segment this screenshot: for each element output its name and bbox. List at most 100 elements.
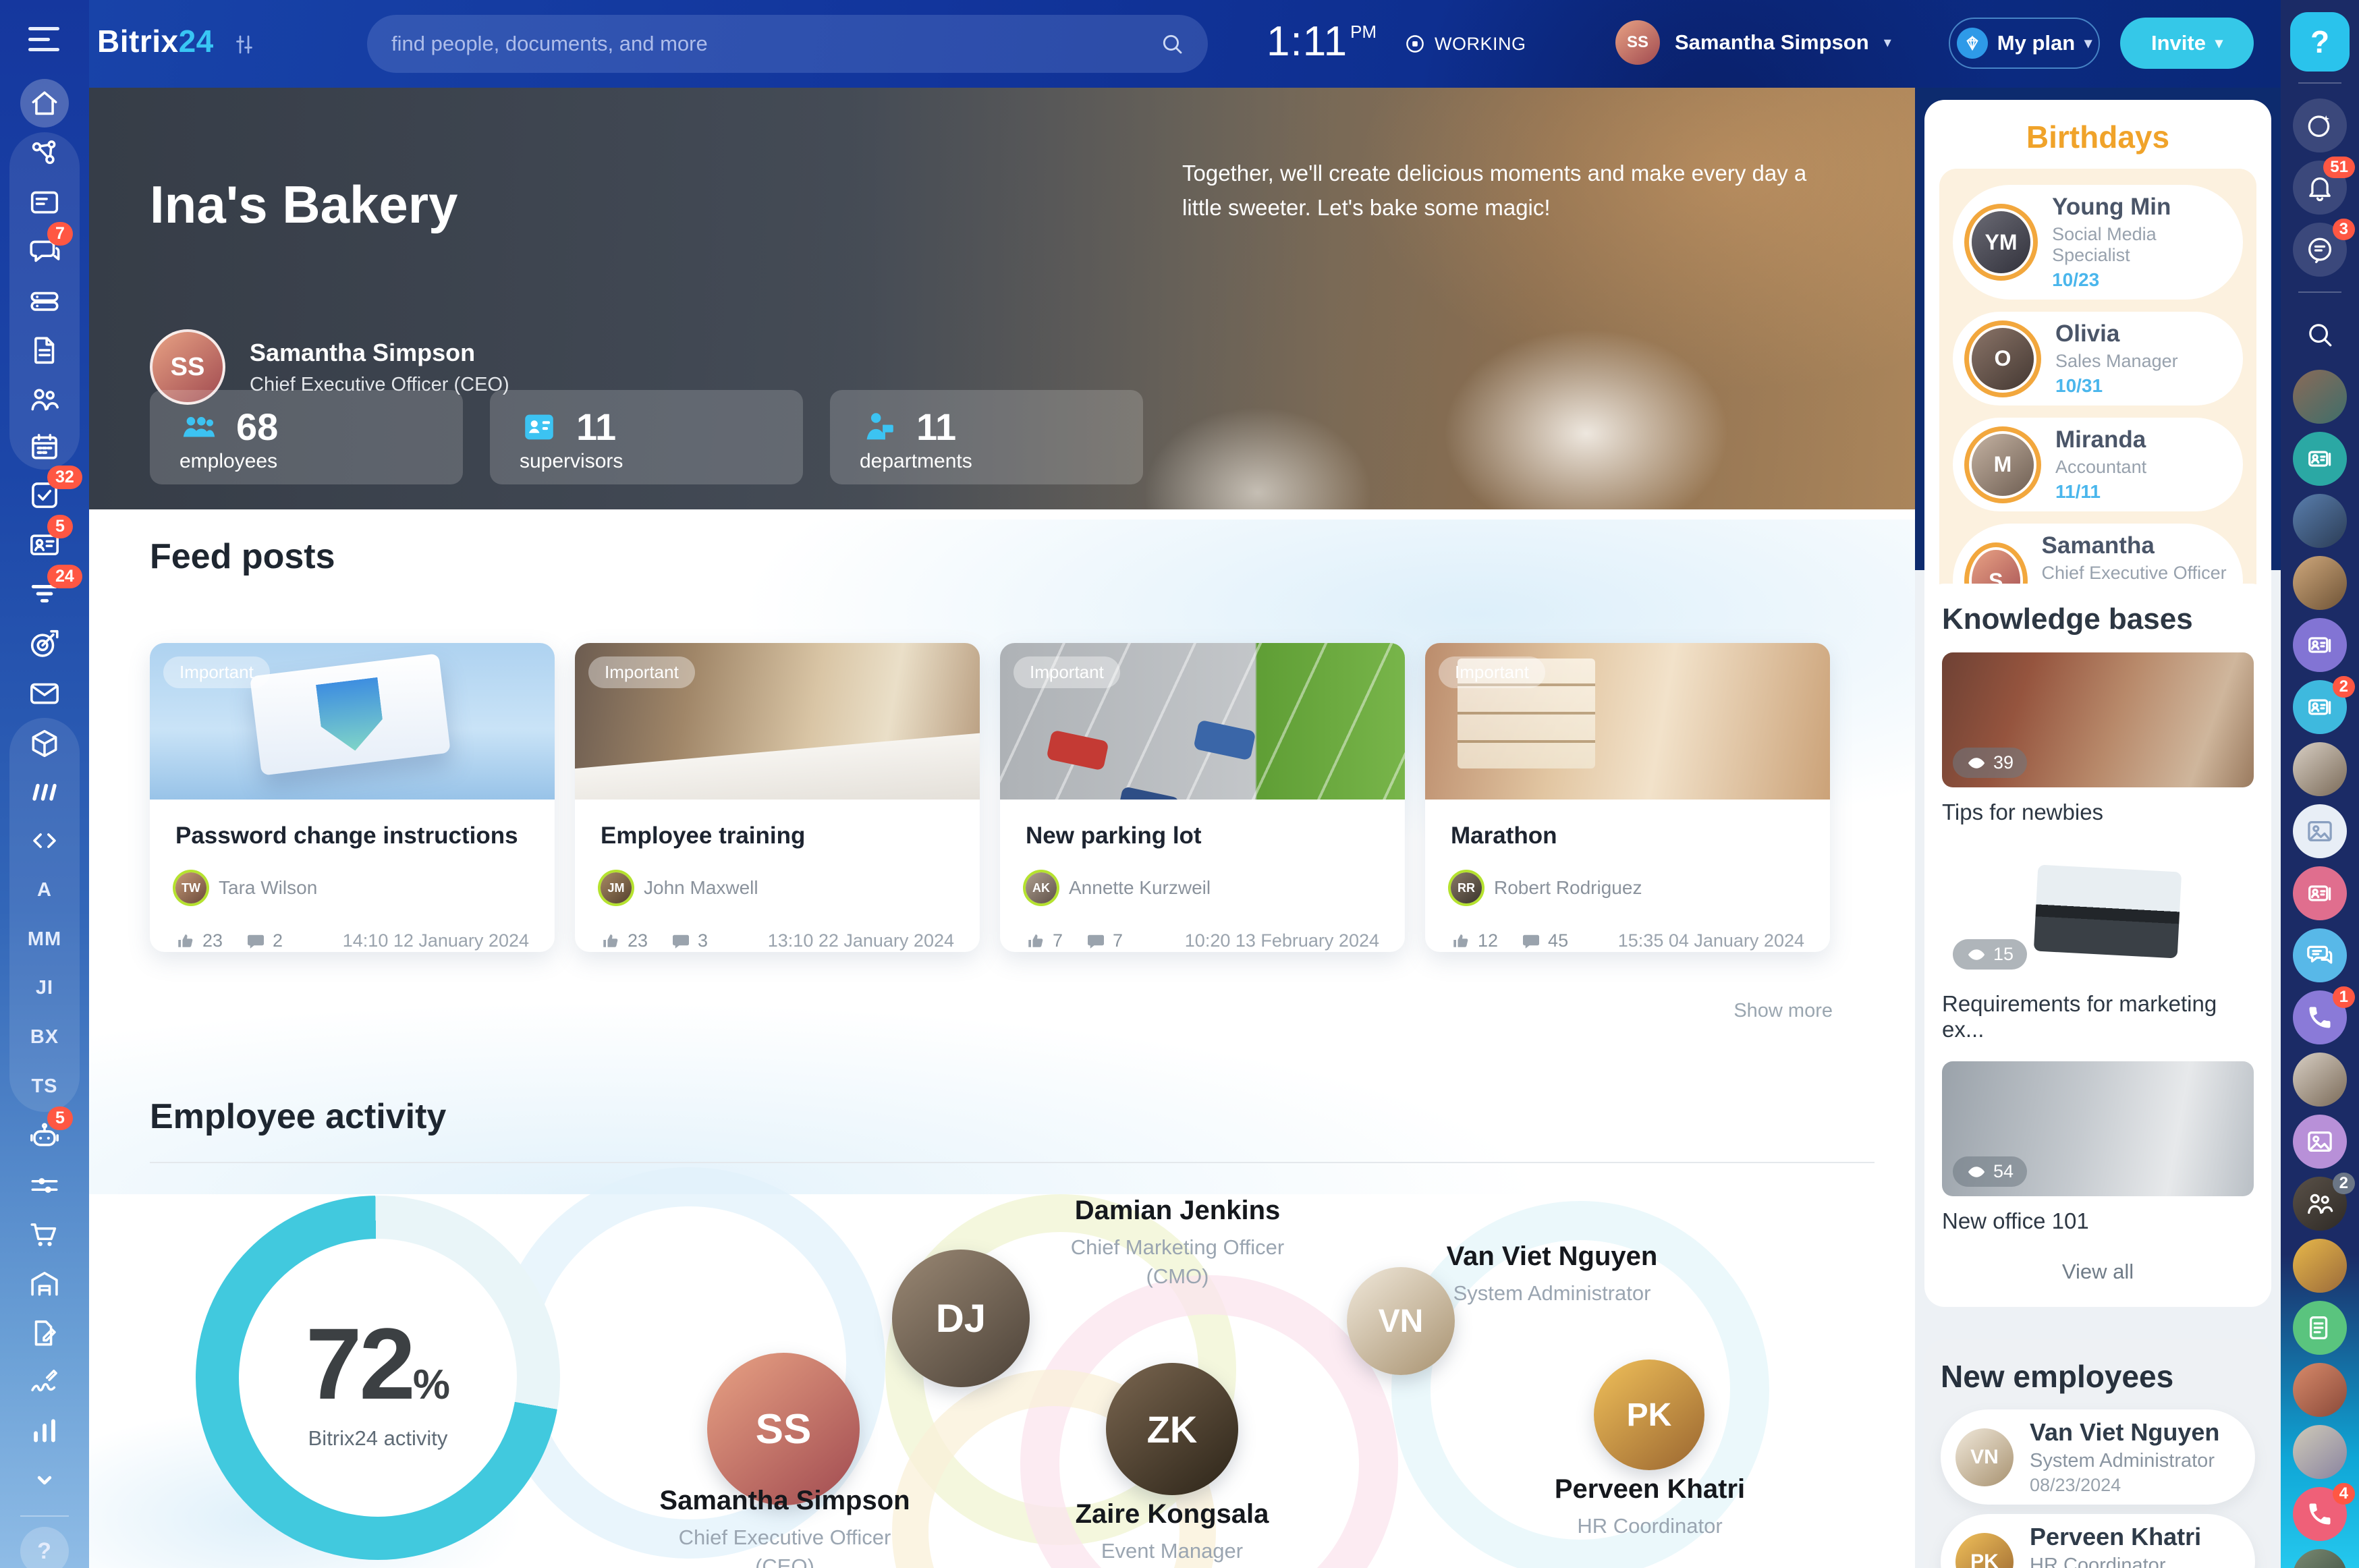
sidebar-item-tasks[interactable]: 32 — [20, 471, 69, 520]
contact-card-chat[interactable] — [2293, 866, 2347, 920]
stat-supervisors[interactable]: 11 supervisors — [490, 390, 803, 484]
invite-button[interactable]: Invite▾ — [2120, 18, 2254, 69]
clock[interactable]: 1:11PM — [1267, 18, 1377, 65]
sidebar-item-sales-funnel[interactable]: 24 — [20, 570, 69, 619]
feed-post-card[interactable]: ImportantPassword change instructionsTWT… — [150, 643, 555, 952]
likes-count[interactable]: 12 — [1451, 930, 1498, 951]
sidebar-item-documents[interactable] — [20, 326, 69, 374]
sidebar-item-market[interactable] — [20, 719, 69, 768]
comments-count[interactable]: 2 — [246, 930, 283, 951]
show-more-link[interactable]: Show more — [1733, 1000, 1833, 1022]
group-chat[interactable] — [2293, 928, 2347, 982]
feed-post-author[interactable]: John Maxwell — [644, 877, 758, 899]
chat-avatar[interactable] — [2293, 1425, 2347, 1479]
illustration-chat[interactable] — [2293, 1115, 2347, 1169]
knowledge-base-item[interactable]: 54New office 101 — [1942, 1061, 2254, 1234]
sidebar-help-button[interactable]: ? — [20, 1527, 69, 1568]
sidebar-item-intranet[interactable] — [20, 129, 69, 177]
sidebar-item-newsfeed[interactable] — [20, 178, 69, 227]
sidebar-item-developer[interactable] — [20, 816, 69, 865]
helpdesk-button[interactable]: ? — [2290, 12, 2350, 72]
search-button[interactable] — [2293, 308, 2347, 362]
stat-departments[interactable]: 11 departments — [830, 390, 1143, 484]
new-employee-item[interactable]: VNVan Viet NguyenSystem Administrator08/… — [1941, 1409, 2255, 1505]
contact-card-chat[interactable]: 2 — [2293, 680, 2347, 734]
avatar[interactable]: SS — [707, 1353, 860, 1505]
feed-post-author[interactable]: Annette Kurzweil — [1069, 877, 1211, 899]
likes-count[interactable]: 7 — [1026, 930, 1063, 951]
copilot-button[interactable] — [2293, 99, 2347, 152]
sidebar-item-e-signature[interactable] — [20, 1358, 69, 1407]
call-chat[interactable]: 4 — [2293, 1487, 2347, 1541]
sidebar-item-settings[interactable] — [20, 1161, 69, 1210]
sidebar-item-contracts[interactable] — [20, 1309, 69, 1357]
sidebar-item-workgroup-ji[interactable]: JI — [20, 963, 69, 1012]
likes-count[interactable]: 23 — [601, 930, 648, 951]
chat-avatar[interactable] — [2293, 1053, 2347, 1107]
group-chat-avatar[interactable]: 2 — [2293, 1177, 2347, 1231]
sidebar-item-ai-assistant[interactable]: 5 — [20, 1112, 69, 1160]
contact-card-chat[interactable] — [2293, 432, 2347, 486]
working-status[interactable]: WORKING — [1404, 32, 1526, 55]
chat-history-button[interactable]: 3 — [2293, 223, 2347, 277]
search-input[interactable] — [390, 31, 1159, 57]
comments-count[interactable]: 3 — [671, 930, 708, 951]
stat-employees[interactable]: 68 employees — [150, 390, 463, 484]
feed-post-author[interactable]: Tara Wilson — [219, 877, 317, 899]
sidebar-item-workgroup-bx[interactable]: BX — [20, 1013, 69, 1061]
sidebar-item-drive[interactable] — [20, 277, 69, 325]
sidebar-item-messenger[interactable]: 7 — [20, 227, 69, 276]
sidebar-item-collapse-menu[interactable] — [20, 1455, 69, 1504]
sidebar-item-online-store[interactable] — [20, 1210, 69, 1259]
activity-person[interactable]: Zaire Kongsala Event Manager — [1003, 1499, 1341, 1565]
sidebar-item-app-m[interactable] — [20, 768, 69, 816]
document-chat[interactable] — [2293, 1301, 2347, 1355]
activity-person[interactable]: Perveen Khatri HR Coordinator — [1481, 1474, 1819, 1540]
avatar[interactable]: PK — [1594, 1360, 1704, 1470]
chat-avatar[interactable] — [2293, 1363, 2347, 1417]
activity-person[interactable]: Damian Jenkins Chief Marketing Officer (… — [1009, 1196, 1346, 1291]
contact-card-chat[interactable] — [2293, 618, 2347, 672]
sidebar-item-workgroup-mm[interactable]: MM — [20, 915, 69, 963]
sidebar-item-crm[interactable]: 5 — [20, 520, 69, 569]
sidebar-item-calendar[interactable] — [20, 422, 69, 471]
illustration-chat[interactable] — [2293, 804, 2347, 858]
activity-person[interactable]: Samantha Simpson Chief Executive Officer… — [616, 1486, 953, 1568]
sidebar-item-warehouse[interactable] — [20, 1260, 69, 1308]
knowledge-base-item[interactable]: 39Tips for newbies — [1942, 652, 2254, 825]
sidebar-item-analytics[interactable] — [20, 1406, 69, 1455]
sidebar-item-home[interactable] — [20, 79, 69, 128]
view-all-link[interactable]: View all — [1942, 1253, 2254, 1293]
tune-icon[interactable] — [232, 32, 256, 57]
chat-avatar[interactable] — [2293, 370, 2347, 424]
avatar[interactable]: ZK — [1106, 1363, 1238, 1495]
sidebar-item-employees[interactable] — [20, 375, 69, 424]
call-chat[interactable]: 1 — [2293, 990, 2347, 1044]
notifications-button[interactable]: 51 — [2293, 161, 2347, 215]
feed-post-author[interactable]: Robert Rodriguez — [1494, 877, 1642, 899]
birthday-item[interactable]: YMYoung MinSocial Media Specialist10/23 — [1953, 185, 2243, 300]
my-plan-button[interactable]: My plan▾ — [1949, 18, 2100, 69]
chat-avatar[interactable] — [2293, 1549, 2347, 1568]
chat-avatar[interactable] — [2293, 742, 2347, 796]
birthday-item[interactable]: MMirandaAccountant11/11 — [1953, 418, 2243, 511]
feed-post-card[interactable]: ImportantEmployee trainingJMJohn Maxwell… — [575, 643, 980, 952]
bitrix24-logo[interactable]: Bitrix24 — [97, 23, 214, 59]
sidebar-item-workgroup-ts[interactable]: TS — [20, 1062, 69, 1111]
likes-count[interactable]: 23 — [175, 930, 223, 951]
sidebar-item-webmail[interactable] — [20, 669, 69, 718]
feed-post-card[interactable]: ImportantNew parking lotAKAnnette Kurzwe… — [1000, 643, 1405, 952]
new-employee-item[interactable]: PKPerveen KhatriHR Coordinator07/09/2024 — [1941, 1514, 2255, 1568]
chat-avatar[interactable] — [2293, 1239, 2347, 1293]
current-user-menu[interactable]: SS Samantha Simpson ▾ — [1615, 20, 1891, 65]
comments-count[interactable]: 7 — [1086, 930, 1123, 951]
menu-hamburger-icon[interactable] — [28, 27, 59, 51]
knowledge-base-item[interactable]: 15Requirements for marketing ex... — [1942, 844, 2254, 1042]
feed-post-card[interactable]: ImportantMarathonRRRobert Rodriguez12451… — [1425, 643, 1830, 952]
comments-count[interactable]: 45 — [1521, 930, 1568, 951]
sidebar-item-marketing[interactable] — [20, 619, 69, 668]
activity-person[interactable]: Van Viet Nguyen System Administrator — [1383, 1241, 1721, 1308]
chat-avatar[interactable] — [2293, 494, 2347, 548]
search-icon[interactable] — [1159, 31, 1185, 57]
chat-avatar[interactable] — [2293, 556, 2347, 610]
